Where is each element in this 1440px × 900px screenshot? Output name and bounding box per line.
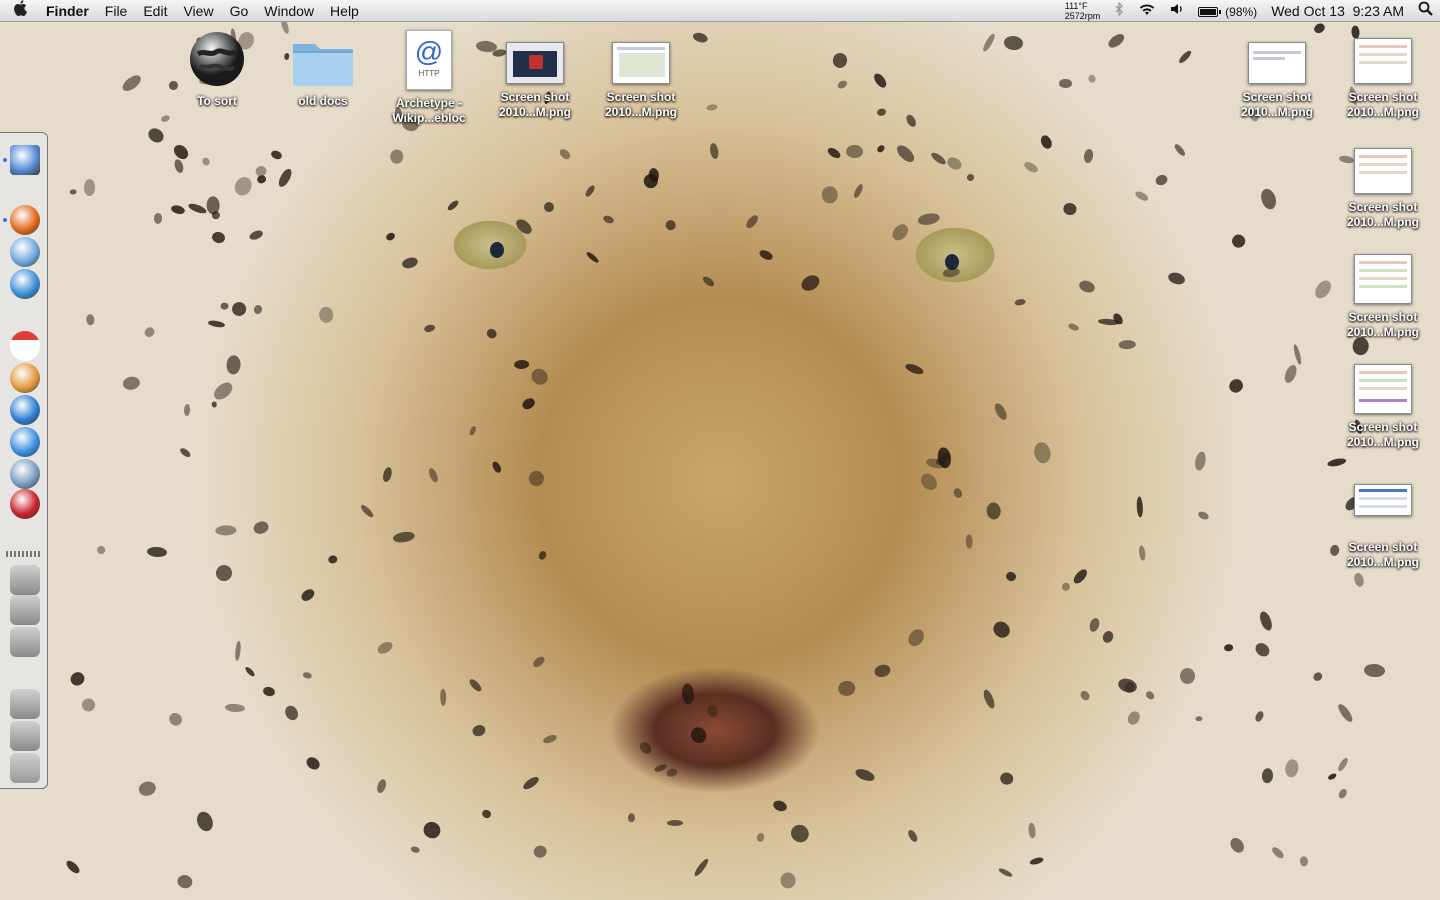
downloads-stack-icon[interactable]	[10, 721, 40, 751]
battery-icon	[1198, 6, 1222, 17]
desktop-icon-label-line2: 2010...M.png	[604, 105, 678, 119]
menu-bar: Finder File Edit View Go Window Help 111…	[0, 0, 1440, 22]
desktop-icon-label-line2: 2010...M.png	[1346, 555, 1420, 569]
desktop-icon-label-line2: 2010...M.png	[1346, 215, 1420, 229]
desktop-icon-screenshot-3[interactable]: Screen shot 2010...M.png	[1222, 42, 1332, 120]
fan-speed-readout: 2572rpm	[1064, 11, 1101, 21]
itunes-icon[interactable]	[10, 237, 40, 267]
battery-percent: (98%)	[1225, 4, 1258, 19]
screenshot-thumbnail	[1354, 484, 1412, 516]
network-stack-icon[interactable]	[10, 627, 40, 657]
wallpaper	[0, 17, 1440, 900]
globe-icon	[188, 30, 246, 88]
wifi-icon[interactable]	[1131, 0, 1163, 22]
desktop-icon-label: To sort	[197, 94, 237, 108]
finder-icon[interactable]	[10, 145, 40, 175]
desktop-icon-label: Screen shot	[1348, 540, 1418, 554]
desktop-icon-screenshot-6[interactable]: Screen shot 2010...M.png	[1328, 254, 1438, 340]
trash-icon[interactable]	[10, 753, 40, 783]
spotlight-search-icon[interactable]	[1411, 0, 1440, 22]
desktop-icon-label-line2: Wikip...ebloc	[392, 111, 466, 125]
screenshot-thumbnail	[612, 42, 670, 84]
desktop-icon-label: Screen shot	[1348, 420, 1418, 434]
temperature-readout: 111°F	[1064, 1, 1088, 11]
webloc-badge: HTTP	[418, 69, 440, 78]
menu-go[interactable]: Go	[222, 0, 257, 22]
menu-help[interactable]: Help	[322, 0, 367, 22]
desktop-icon-label: Screen shot	[1348, 310, 1418, 324]
desktop-icon-label-line2: 2010...M.png	[1346, 435, 1420, 449]
menu-edit[interactable]: Edit	[135, 0, 175, 22]
ical-icon[interactable]	[10, 331, 40, 361]
desktop-icon-label: Screen shot	[500, 90, 570, 104]
screenshot-thumbnail	[1354, 148, 1412, 194]
desktop-icon-label-line2: 2010...M.png	[1240, 105, 1314, 119]
webloc-icon: @ HTTP	[406, 30, 452, 90]
iphoto-icon[interactable]	[10, 363, 40, 393]
battery-status[interactable]: (98%)	[1191, 0, 1264, 23]
desktop-icon-label: old docs	[298, 94, 348, 108]
volume-icon[interactable]	[1163, 0, 1191, 22]
clock[interactable]: Wed Oct 13 9:23 AM	[1264, 0, 1411, 22]
downloader-icon[interactable]	[10, 395, 40, 425]
menu-view[interactable]: View	[175, 0, 221, 22]
folder-icon	[291, 36, 355, 88]
desktop-icon-screenshot-4[interactable]: Screen shot 2010...M.png	[1328, 38, 1438, 120]
desktop-icon-label: Screen shot	[1348, 200, 1418, 214]
desktop-icon-archetype-webloc[interactable]: @ HTTP Archetype - Wikip...ebloc	[374, 30, 484, 126]
desktop-icon-old-docs[interactable]: old docs	[268, 36, 378, 109]
screenshot-thumbnail	[506, 42, 564, 84]
temperature-monitor[interactable]: 111°F 2572rpm	[1057, 1, 1109, 21]
running-indicator	[3, 218, 7, 222]
dock-separator	[6, 551, 42, 557]
desktop-icon-screenshot-8[interactable]: Screen shot 2010...M.png	[1328, 484, 1438, 570]
desktop-icon-label-line2: 2010...M.png	[1346, 325, 1420, 339]
safari-icon[interactable]	[10, 427, 40, 457]
screenshot-thumbnail	[1354, 254, 1412, 304]
desktop-icon-label-line2: 2010...M.png	[498, 105, 572, 119]
menu-window[interactable]: Window	[256, 0, 322, 22]
bluetooth-icon[interactable]	[1108, 0, 1131, 22]
preview-icon[interactable]	[10, 459, 40, 489]
utilities-stack-icon[interactable]	[10, 595, 40, 625]
desktop-icon-label: Screen shot	[1242, 90, 1312, 104]
photo-booth-icon[interactable]	[10, 489, 40, 519]
menu-file[interactable]: File	[97, 0, 136, 22]
screenshot-thumbnail	[1354, 364, 1412, 414]
textwrangler-icon[interactable]	[10, 269, 40, 299]
desktop-icon-label: Archetype -	[395, 96, 463, 110]
documents-stack-icon[interactable]	[10, 689, 40, 719]
firefox-icon[interactable]	[10, 205, 40, 235]
desktop-icon-to-sort[interactable]: To sort	[162, 30, 272, 109]
running-indicator	[3, 158, 7, 162]
desktop-icon-label: Screen shot	[1348, 90, 1418, 104]
desktop-icon-screenshot-7[interactable]: Screen shot 2010...M.png	[1328, 364, 1438, 450]
desktop-icon-screenshot-1[interactable]: Screen shot 2010...M.png	[480, 42, 590, 120]
desktop-icon-screenshot-2[interactable]: Screen shot 2010...M.png	[586, 42, 696, 120]
menu-app-finder[interactable]: Finder	[40, 0, 97, 22]
desktop-icon-label-line2: 2010...M.png	[1346, 105, 1420, 119]
dock: 13	[0, 132, 48, 789]
screenshot-thumbnail	[1354, 38, 1412, 84]
desktop-icon-screenshot-5[interactable]: Screen shot 2010...M.png	[1328, 148, 1438, 230]
apple-icon[interactable]	[0, 0, 40, 21]
screenshot-thumbnail	[1248, 42, 1306, 84]
desktop-icon-label: Screen shot	[606, 90, 676, 104]
applications-stack-icon[interactable]	[10, 565, 40, 595]
at-symbol-icon: @	[414, 36, 444, 67]
